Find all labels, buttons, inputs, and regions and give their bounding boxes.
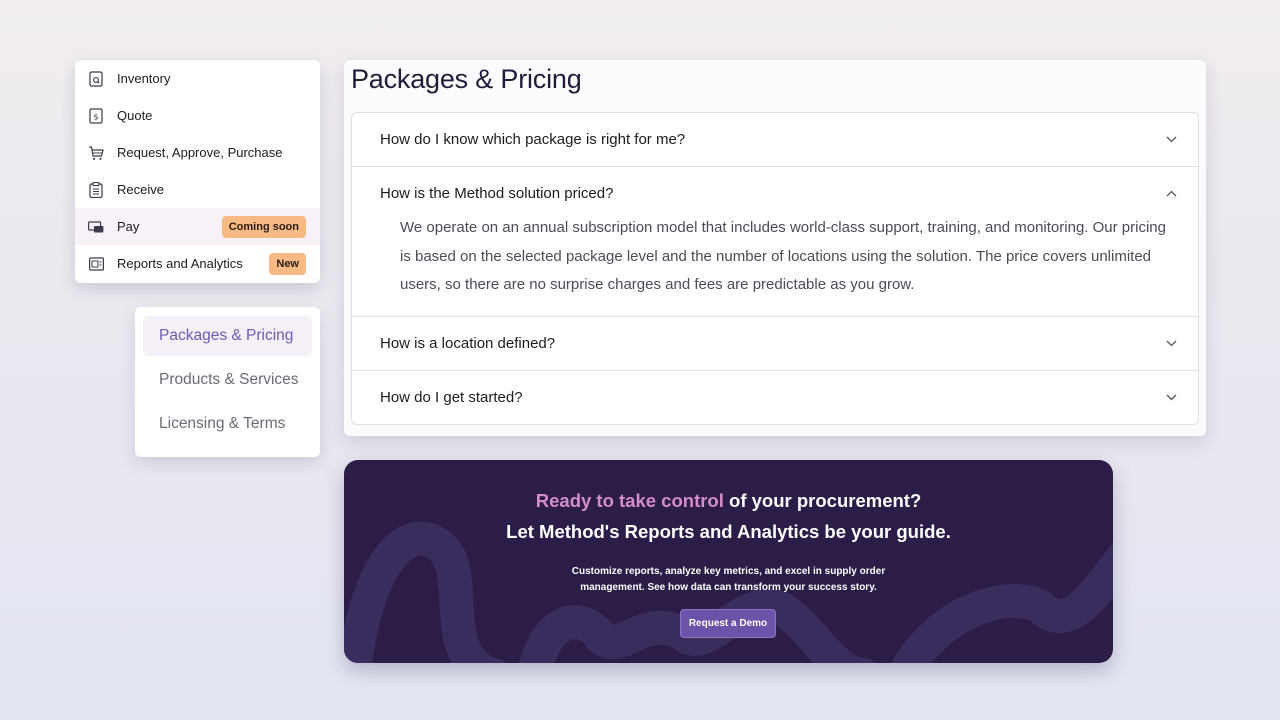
inventory-doc-icon — [88, 70, 104, 87]
faq-question: How is the Method solution priced? — [380, 185, 614, 202]
faq-question: How do I get started? — [380, 388, 523, 406]
chevron-down-icon — [1164, 133, 1178, 147]
quote-doc-icon: $ — [88, 107, 104, 124]
faq-question-toggle[interactable]: How do I know which package is right for… — [352, 113, 1198, 166]
request-demo-button[interactable]: Request a Demo — [680, 609, 776, 638]
faq-accordion: How do I know which package is right for… — [351, 112, 1199, 425]
menu-item-label: Quote — [117, 108, 153, 123]
cart-icon — [88, 145, 104, 161]
faq-panel: Packages & Pricing How do I know which p… — [344, 60, 1206, 436]
cta-banner: Ready to take control of your procuremen… — [344, 460, 1113, 663]
chevron-down-icon — [1164, 336, 1178, 350]
faq-question: How is a location defined? — [380, 334, 556, 352]
faq-category-nav: Packages & Pricing Products & Services L… — [135, 307, 320, 457]
menu-item-quote[interactable]: $ Quote — [75, 97, 320, 134]
cta-headline: Ready to take control of your procuremen… — [344, 490, 1113, 512]
menu-item-pay[interactable]: Pay Coming soon — [75, 208, 320, 245]
menu-item-label: Request, Approve, Purchase — [117, 145, 283, 160]
cta-headline-highlight: Ready to take control — [535, 490, 724, 511]
report-chart-icon — [88, 256, 104, 272]
new-badge: New — [269, 253, 306, 275]
svg-text:$: $ — [93, 112, 98, 121]
payment-card-icon — [88, 219, 104, 235]
faq-item: How is a location defined? — [352, 317, 1198, 371]
faq-question: How do I know which package is right for… — [380, 131, 686, 148]
chevron-up-icon — [1164, 187, 1178, 201]
faq-item: How do I know which package is right for… — [352, 113, 1198, 167]
clipboard-icon — [88, 181, 104, 198]
subnav-item-packages-pricing[interactable]: Packages & Pricing — [143, 316, 312, 356]
coming-soon-badge: Coming soon — [221, 216, 306, 238]
feature-menu: Inventory $ Quote Request, Approve, Purc… — [75, 60, 320, 283]
faq-question-toggle[interactable]: How is a location defined? — [352, 317, 1198, 370]
menu-item-receive[interactable]: Receive — [75, 171, 320, 208]
faq-answer: We operate on an annual subscription mod… — [400, 219, 1166, 293]
subnav-item-products-services[interactable]: Products & Services — [143, 360, 312, 400]
faq-question-toggle[interactable]: How do I get started? — [352, 371, 1198, 424]
menu-item-inventory[interactable]: Inventory — [75, 60, 320, 97]
menu-item-request-approve-purchase[interactable]: Request, Approve, Purchase — [75, 134, 320, 171]
menu-item-label: Inventory — [117, 71, 171, 86]
faq-question-toggle[interactable]: How is the Method solution priced? — [352, 167, 1198, 220]
faq-item: How do I get started? — [352, 371, 1198, 424]
cta-subheadline: Let Method's Reports and Analytics be yo… — [506, 521, 951, 542]
cta-description: Customize reports, analyze key metrics, … — [571, 566, 886, 593]
faq-title: Packages & Pricing — [351, 64, 582, 94]
chevron-down-icon — [1164, 390, 1178, 404]
menu-item-reports-analytics[interactable]: Reports and Analytics New — [75, 245, 320, 282]
subnav-item-licensing-terms[interactable]: Licensing & Terms — [143, 404, 312, 444]
menu-item-label: Receive — [117, 182, 164, 197]
faq-item: How is the Method solution priced? We op… — [352, 167, 1198, 317]
cta-headline-rest: of your procurement? — [723, 490, 922, 511]
